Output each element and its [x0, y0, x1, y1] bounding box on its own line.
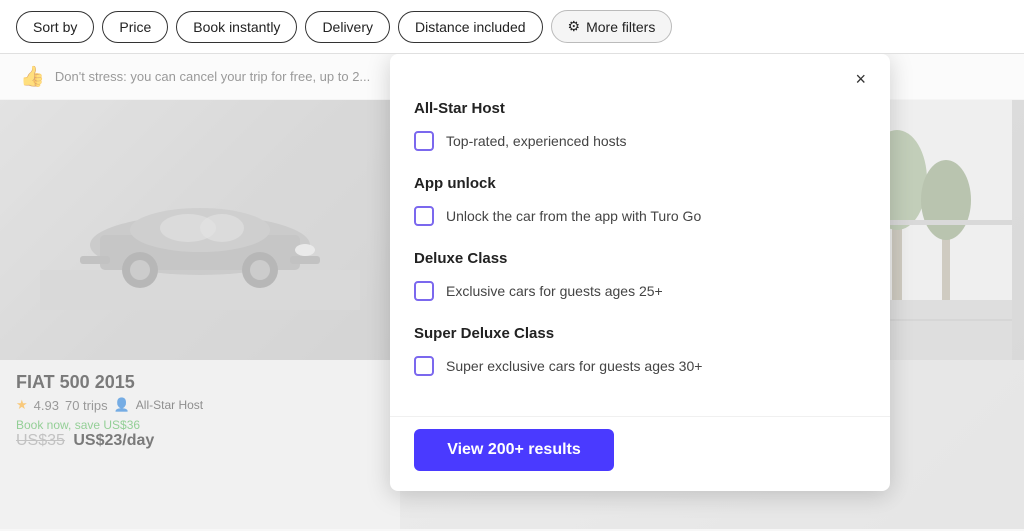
- filter-section-appunlock: App unlock Unlock the car from the app w…: [414, 175, 866, 230]
- price-button[interactable]: Price: [102, 11, 168, 43]
- sort-by-button[interactable]: Sort by: [16, 11, 94, 43]
- view-results-button[interactable]: View 200+ results: [414, 429, 614, 471]
- delivery-button[interactable]: Delivery: [305, 11, 390, 43]
- sliders-icon: ⚙: [568, 18, 581, 35]
- filter-section-superdeluxe: Super Deluxe Class Super exclusive cars …: [414, 325, 866, 380]
- filter-section-allstar: All-Star Host Top-rated, experienced hos…: [414, 100, 866, 155]
- super-deluxe-option: Super exclusive cars for guests ages 30+: [414, 352, 866, 380]
- app-unlock-option: Unlock the car from the app with Turo Go: [414, 202, 866, 230]
- app-unlock-title: App unlock: [414, 175, 866, 192]
- allstar-host-option: Top-rated, experienced hosts: [414, 127, 866, 155]
- deluxe-class-option: Exclusive cars for guests ages 25+: [414, 277, 866, 305]
- allstar-host-title: All-Star Host: [414, 100, 866, 117]
- app-unlock-checkbox[interactable]: [414, 206, 434, 226]
- more-filters-button[interactable]: ⚙ More filters: [551, 10, 673, 43]
- super-deluxe-checkbox[interactable]: [414, 356, 434, 376]
- app-unlock-option-label: Unlock the car from the app with Turo Go: [446, 208, 701, 224]
- book-instantly-button[interactable]: Book instantly: [176, 11, 297, 43]
- distance-included-button[interactable]: Distance included: [398, 11, 543, 43]
- deluxe-class-title: Deluxe Class: [414, 250, 866, 267]
- allstar-checkbox[interactable]: [414, 131, 434, 151]
- dropdown-body[interactable]: All-Star Host Top-rated, experienced hos…: [390, 92, 890, 416]
- filter-section-deluxe: Deluxe Class Exclusive cars for guests a…: [414, 250, 866, 305]
- dropdown-header: ×: [390, 54, 890, 92]
- more-filters-dropdown: × All-Star Host Top-rated, experienced h…: [390, 54, 890, 491]
- super-deluxe-title: Super Deluxe Class: [414, 325, 866, 342]
- close-button[interactable]: ×: [847, 66, 874, 92]
- main-content: 👍 Don't stress: you can cancel your trip…: [0, 54, 1024, 529]
- filter-bar: Sort by Price Book instantly Delivery Di…: [0, 0, 1024, 54]
- dropdown-footer: View 200+ results: [390, 416, 890, 491]
- deluxe-class-option-label: Exclusive cars for guests ages 25+: [446, 283, 663, 299]
- deluxe-class-checkbox[interactable]: [414, 281, 434, 301]
- allstar-option-label: Top-rated, experienced hosts: [446, 133, 627, 149]
- super-deluxe-option-label: Super exclusive cars for guests ages 30+: [446, 358, 702, 374]
